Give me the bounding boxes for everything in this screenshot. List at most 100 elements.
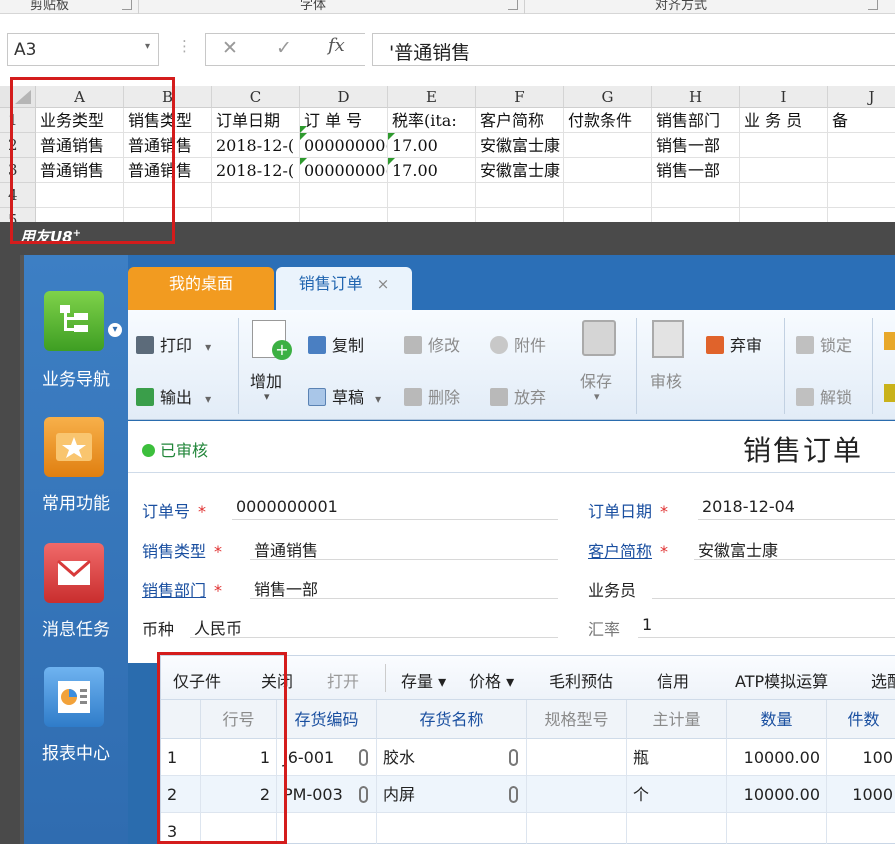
rate-field[interactable]: 1 [638, 615, 895, 638]
confirm-icon[interactable]: ✓ [276, 37, 292, 59]
attach-button[interactable]: 附件 [490, 332, 546, 356]
only-children-button[interactable]: 仅子件 [173, 668, 221, 692]
formula-input[interactable]: '普通销售 [372, 33, 895, 66]
grid-cell-code[interactable]: PM-003 [277, 776, 377, 813]
col-line-no[interactable]: 行号 [201, 700, 277, 739]
grid-cell-qty[interactable]: 10000.00 [727, 739, 827, 776]
more-icon[interactable] [884, 332, 895, 350]
sheet-cell[interactable] [476, 183, 564, 208]
sheet-cell[interactable] [564, 158, 652, 183]
grid-cell-name[interactable]: 胶水 [377, 739, 527, 776]
sheet-cell[interactable]: 业 务 员 [740, 108, 828, 133]
sheet-cell[interactable] [740, 183, 828, 208]
customer-field[interactable]: 安徽富士康 [694, 537, 895, 560]
paperclip-icon[interactable] [359, 749, 368, 766]
sheet-cell[interactable]: 2018-12-( [212, 133, 300, 158]
row-header[interactable]: 4 [0, 183, 36, 208]
col-item-code[interactable]: 存货编码 [277, 700, 377, 739]
export-button[interactable]: 输出 ▾ [136, 384, 211, 408]
sheet-cell[interactable]: 订 单 号 [300, 108, 388, 133]
sheet-cell[interactable]: 税率(ita: [388, 108, 476, 133]
column-header[interactable]: F [476, 86, 564, 108]
sheet-cell[interactable] [300, 183, 388, 208]
column-header[interactable]: B [124, 86, 212, 108]
currency-field[interactable]: 人民币 [190, 615, 558, 638]
sheet-cell[interactable]: 销售部门 [652, 108, 740, 133]
print-button[interactable]: 打印 ▾ [136, 332, 211, 356]
sheet-cell[interactable] [740, 133, 828, 158]
order-no-field[interactable]: 0000000001 [232, 497, 558, 520]
salesman-field[interactable] [652, 576, 895, 599]
column-header[interactable]: J [828, 86, 895, 108]
sheet-cell[interactable]: 付款条件 [564, 108, 652, 133]
dialog-launcher-icon[interactable] [122, 0, 132, 10]
gross-profit-button[interactable]: 毛利预估 [549, 668, 613, 692]
open-row-button[interactable]: 打开 [327, 668, 359, 692]
abandon-audit-button[interactable]: 弃审 [706, 332, 762, 356]
discard-button[interactable]: 放弃 [490, 384, 546, 408]
grid-cell-pieces[interactable]: 1000 [827, 776, 895, 813]
save-button[interactable]: 保存 ▾ [580, 318, 624, 414]
audit-button[interactable]: 审核 [650, 318, 694, 414]
grid-cell-name[interactable]: 内屏 [377, 776, 527, 813]
sheet-cell[interactable] [212, 183, 300, 208]
column-header[interactable]: A [36, 86, 124, 108]
sheet-cell[interactable]: 客户简称 [476, 108, 564, 133]
name-box[interactable]: A3 ▾ [7, 33, 159, 66]
report-icon[interactable] [44, 667, 104, 727]
chevron-down-icon[interactable]: ▾ [205, 340, 211, 354]
order-date-field[interactable]: 2018-12-04 [698, 497, 895, 520]
sheet-cell[interactable]: 普通销售 [124, 158, 212, 183]
chevron-down-icon[interactable]: ▾ [375, 392, 381, 406]
insert-function-icon[interactable]: fx [328, 35, 345, 56]
navigation-icon[interactable] [44, 291, 104, 351]
sheet-cell[interactable] [388, 183, 476, 208]
sheet-cell[interactable]: 普通销售 [36, 133, 124, 158]
grid-cell-idx[interactable]: 2 [161, 776, 201, 813]
column-header[interactable]: I [740, 86, 828, 108]
sidebar-item-navigation[interactable]: 业务导航 [24, 365, 128, 390]
drag-handle-icon[interactable]: ⋮ [177, 37, 192, 55]
grid-cell-idx[interactable]: 1 [161, 739, 201, 776]
grid-cell-unit[interactable]: 个 [627, 776, 727, 813]
price-button[interactable]: 价格 ▾ [469, 668, 514, 692]
unlock-button[interactable]: 解锁 [796, 384, 852, 408]
table-row[interactable]: 3 [161, 813, 895, 844]
sheet-cell[interactable]: 2018-12-( [212, 158, 300, 183]
chevron-down-icon[interactable]: ▾ [205, 392, 211, 406]
grid-cell-spec[interactable] [527, 776, 627, 813]
grid-cell-pieces[interactable] [827, 813, 895, 844]
sheet-cell[interactable]: 业务类型 [36, 108, 124, 133]
dept-label[interactable]: 销售部门 * [142, 577, 222, 601]
col-pieces[interactable]: 件数 [827, 700, 895, 739]
paperclip-icon[interactable] [509, 749, 518, 766]
grid-cell-line[interactable]: 2 [201, 776, 277, 813]
sheet-cell[interactable] [828, 183, 895, 208]
table-row[interactable]: 1 1 J6-001 胶水 瓶 10000.00 100 [161, 739, 895, 776]
sheet-cell[interactable] [564, 133, 652, 158]
lock-button[interactable]: 锁定 [796, 332, 852, 356]
grid-cell-line[interactable]: 1 [201, 739, 277, 776]
row-header[interactable]: 2 [0, 133, 36, 158]
column-header[interactable]: D [300, 86, 388, 108]
sheet-cell[interactable]: 销售类型 [124, 108, 212, 133]
sheet-cell[interactable] [828, 158, 895, 183]
favorites-icon[interactable] [44, 417, 104, 477]
sheet-cell[interactable]: 17.00 [388, 133, 476, 158]
sidebar-item-messages[interactable]: 消息任务 [24, 615, 128, 640]
tab-sales-order[interactable]: 销售订单 × [276, 267, 412, 310]
sheet-cell[interactable]: 00000000( [300, 158, 388, 183]
grid-cell-spec[interactable] [527, 813, 627, 844]
table-row[interactable]: 2 2 PM-003 内屏 个 10000.00 1000 [161, 776, 895, 813]
stock-button[interactable]: 存量 ▾ [401, 668, 446, 692]
col-item-name[interactable]: 存货名称 [377, 700, 527, 739]
copy-button[interactable]: 复制 [308, 332, 364, 356]
column-header[interactable]: E [388, 86, 476, 108]
sheet-cell[interactable]: 普通销售 [36, 158, 124, 183]
col-spec[interactable]: 规格型号 [527, 700, 627, 739]
column-header[interactable]: G [564, 86, 652, 108]
grid-cell-qty[interactable] [727, 813, 827, 844]
col-qty[interactable]: 数量 [727, 700, 827, 739]
sheet-cell[interactable] [564, 183, 652, 208]
grid-cell-code[interactable]: J6-001 [277, 739, 377, 776]
